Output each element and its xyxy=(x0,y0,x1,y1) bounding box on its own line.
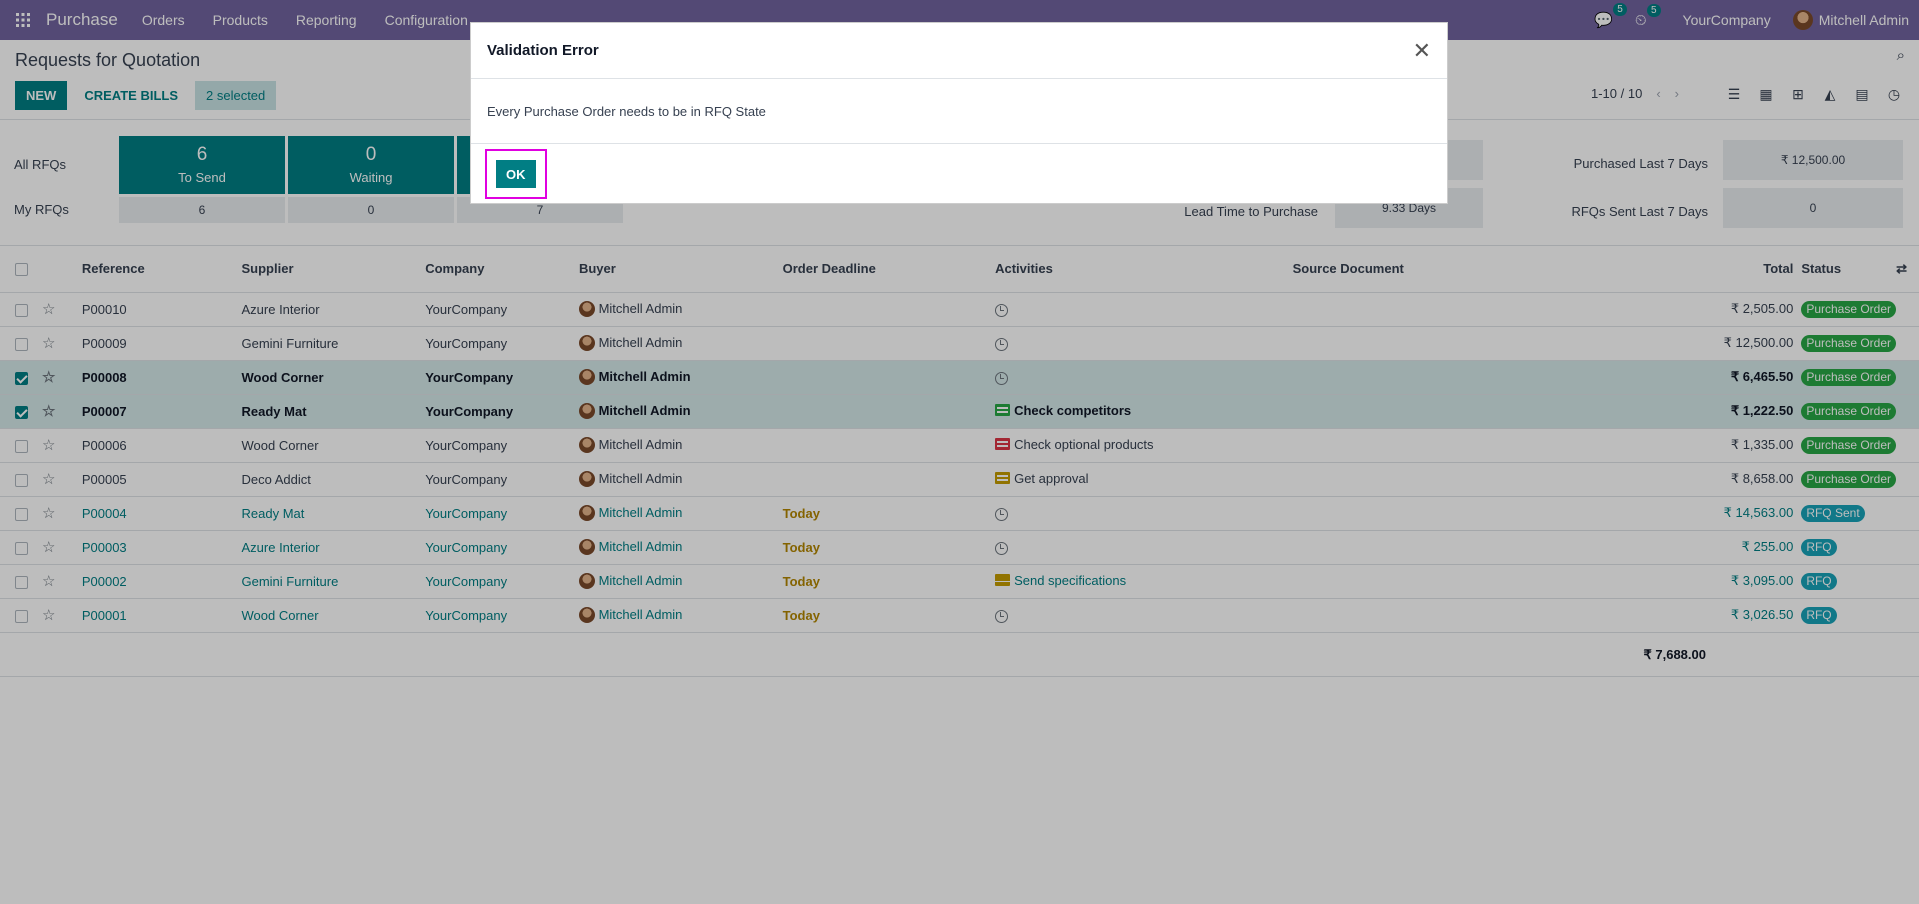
ok-button-highlight: OK xyxy=(485,149,547,199)
ok-button[interactable]: OK xyxy=(496,160,536,188)
close-icon[interactable]: ✕ xyxy=(1413,38,1431,64)
validation-error-dialog: Validation Error ✕ Every Purchase Order … xyxy=(470,22,1448,204)
dialog-title: Validation Error xyxy=(487,42,599,59)
dialog-message: Every Purchase Order needs to be in RFQ … xyxy=(487,103,766,119)
